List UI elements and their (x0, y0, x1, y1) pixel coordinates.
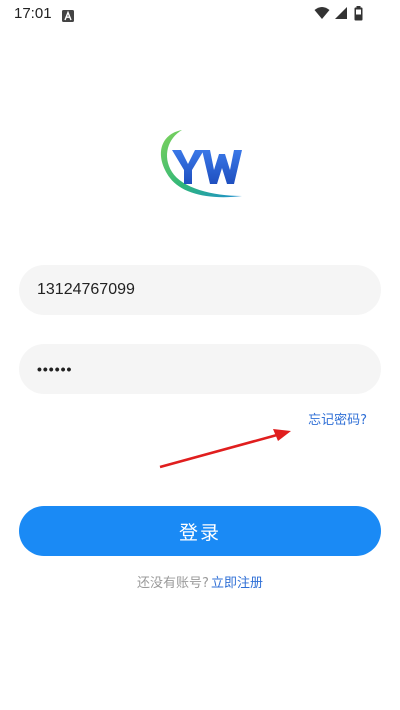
forgot-password-link[interactable]: 忘记密码? (308, 409, 367, 428)
register-link[interactable]: 立即注册 (211, 576, 263, 591)
yw-logo-icon (152, 126, 248, 204)
register-prompt: 还没有账号? (137, 576, 209, 591)
phone-input[interactable] (37, 281, 381, 299)
login-button[interactable]: 登录 (19, 506, 381, 556)
status-time: 17:01 (14, 5, 52, 22)
wifi-icon (314, 7, 330, 19)
status-bar: 17:01 (0, 0, 400, 28)
password-field[interactable] (19, 344, 381, 394)
battery-icon (354, 6, 363, 21)
red-arrow-icon (155, 420, 300, 472)
register-row: 还没有账号? 立即注册 (0, 572, 400, 591)
login-screen: 17:01 13124767099 •••••• 忘记密码? 登录 还没有账号?… (0, 0, 400, 710)
password-input[interactable] (37, 361, 381, 377)
phone-field[interactable] (19, 265, 381, 315)
a-app-icon (62, 7, 74, 22)
signal-icon (335, 7, 347, 19)
